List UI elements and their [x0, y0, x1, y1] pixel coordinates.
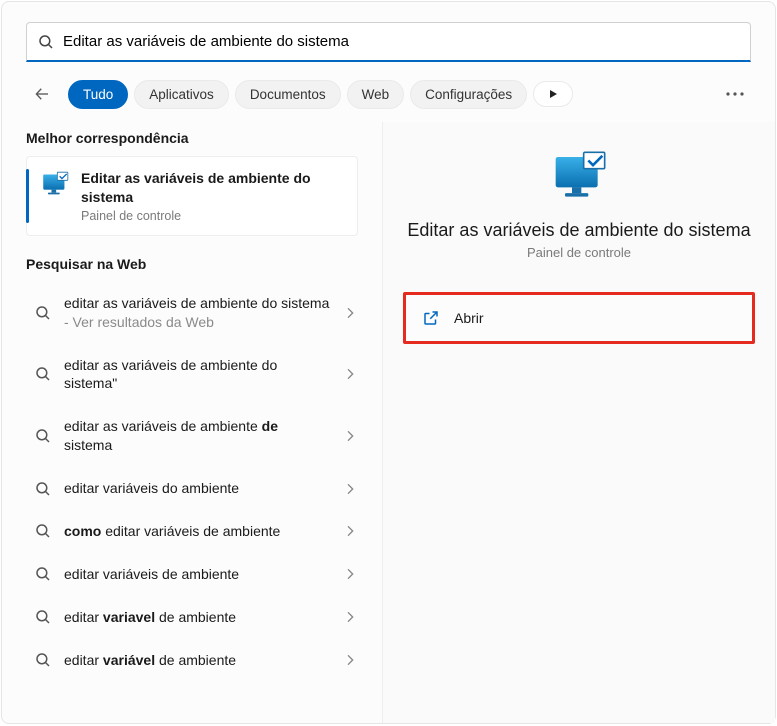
search-bar[interactable]: [26, 22, 751, 62]
search-icon: [34, 427, 52, 445]
best-match-text: Editar as variáveis de ambiente do siste…: [81, 169, 343, 223]
detail-title: Editar as variáveis de ambiente do siste…: [407, 220, 750, 241]
best-match-heading: Melhor correspondência: [26, 130, 382, 146]
web-result[interactable]: editar as variáveis de ambiente do siste…: [26, 282, 366, 344]
search-input[interactable]: [63, 33, 740, 50]
system-settings-icon-large: [547, 150, 611, 206]
arrow-left-icon: [33, 85, 51, 103]
web-result-text: editar variáveis de ambiente: [64, 565, 330, 584]
back-button[interactable]: [26, 78, 58, 110]
filter-row: Tudo Aplicativos Documentos Web Configur…: [2, 74, 775, 122]
system-settings-icon: [41, 171, 69, 199]
detail-panel: Editar as variáveis de ambiente do siste…: [382, 122, 775, 723]
filter-configuracoes[interactable]: Configurações: [410, 80, 527, 109]
web-result[interactable]: editar variável de ambiente: [26, 639, 366, 682]
web-result-text: editar variáveis do ambiente: [64, 479, 330, 498]
web-result[interactable]: editar as variáveis de ambiente de siste…: [26, 405, 366, 467]
web-result[interactable]: editar variáveis do ambiente: [26, 467, 366, 510]
web-result-text: editar as variáveis de ambiente do siste…: [64, 356, 330, 394]
search-window: Tudo Aplicativos Documentos Web Configur…: [1, 1, 776, 724]
content-area: Melhor correspondência Editar as variáve…: [2, 122, 775, 723]
search-icon: [34, 480, 52, 498]
filter-web[interactable]: Web: [347, 80, 405, 109]
web-result-text: editar variável de ambiente: [64, 651, 330, 670]
detail-subtitle: Painel de controle: [527, 245, 631, 260]
chevron-right-icon: [342, 481, 358, 497]
search-icon: [34, 304, 52, 322]
chevron-right-icon: [342, 428, 358, 444]
open-label: Abrir: [454, 310, 484, 326]
best-match-item[interactable]: Editar as variáveis de ambiente do siste…: [26, 156, 358, 236]
web-result-text: editar as variáveis de ambiente do siste…: [64, 294, 330, 332]
open-external-icon: [422, 309, 440, 327]
more-button[interactable]: [719, 78, 751, 110]
web-result-text: editar as variáveis de ambiente de siste…: [64, 417, 330, 455]
filter-tudo[interactable]: Tudo: [68, 80, 128, 109]
filter-documentos[interactable]: Documentos: [235, 80, 341, 109]
search-icon: [37, 33, 55, 51]
chevron-right-icon: [342, 609, 358, 625]
web-result[interactable]: editar variavel de ambiente: [26, 596, 366, 639]
web-result[interactable]: editar as variáveis de ambiente do siste…: [26, 344, 366, 406]
filter-aplicativos[interactable]: Aplicativos: [134, 80, 229, 109]
best-match-subtitle: Painel de controle: [81, 209, 343, 223]
more-icon: [726, 92, 744, 96]
play-icon: [547, 88, 559, 100]
open-action[interactable]: Abrir: [403, 292, 755, 344]
web-result[interactable]: editar variáveis de ambiente: [26, 553, 366, 596]
results-column: Melhor correspondência Editar as variáve…: [2, 122, 382, 723]
web-result-text: como editar variáveis de ambiente: [64, 522, 330, 541]
search-icon: [34, 565, 52, 583]
web-results-list: editar as variáveis de ambiente do siste…: [26, 282, 382, 682]
search-icon: [34, 651, 52, 669]
web-result-text: editar variavel de ambiente: [64, 608, 330, 627]
web-result[interactable]: como editar variáveis de ambiente: [26, 510, 366, 553]
chevron-right-icon: [342, 366, 358, 382]
search-icon: [34, 608, 52, 626]
best-match-title: Editar as variáveis de ambiente do siste…: [81, 169, 343, 207]
search-icon: [34, 522, 52, 540]
chevron-right-icon: [342, 566, 358, 582]
chevron-right-icon: [342, 652, 358, 668]
search-icon: [34, 365, 52, 383]
filter-play[interactable]: [533, 81, 573, 107]
chevron-right-icon: [342, 523, 358, 539]
web-heading: Pesquisar na Web: [26, 256, 382, 272]
chevron-right-icon: [342, 305, 358, 321]
